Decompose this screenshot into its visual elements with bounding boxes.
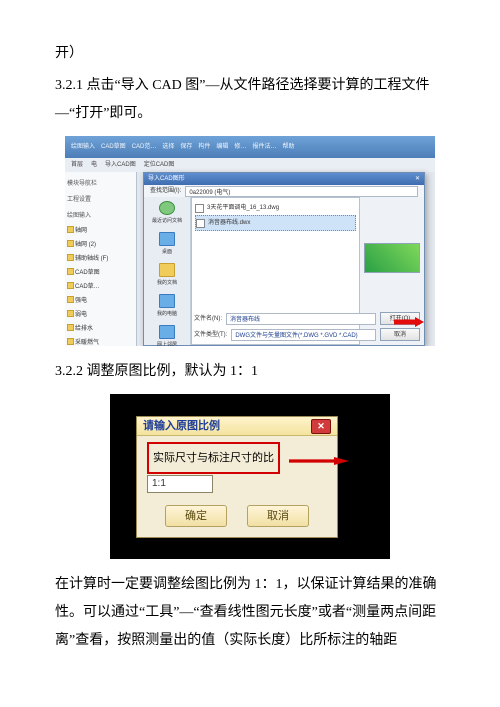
menu-item[interactable]: 构件 [198,141,210,153]
tree-item[interactable]: CAD草图 [67,266,134,280]
computer-icon [159,294,175,308]
menu-item[interactable]: CAD草图 [101,141,126,153]
ribbon-item[interactable]: 首层 [71,159,83,171]
places-item[interactable]: 最近访问文档 [152,201,182,226]
ribbon-item[interactable]: 电 [91,159,97,171]
file-item-selected[interactable]: 消音器布线.dwx [195,215,356,231]
filename-input[interactable]: 消音器布线 [226,313,376,325]
tree-item[interactable]: CAD草… [67,280,134,294]
dialog-titlebar: 导入CAD图形 ✕ [144,173,424,185]
dialog-titlebar: 请输入原图比例 ✕ [137,417,337,436]
menu-item[interactable]: CAD范… [132,141,157,153]
menu-item[interactable]: 帮助 [282,141,294,153]
location-combobox[interactable]: 0a22009 (电气) [185,186,418,197]
ribbon-item[interactable]: 定位CAD图 [144,159,175,171]
import-cad-dialog: 导入CAD图形 ✕ 查找范围(I): 0a22009 (电气) 最近访问文档 桌… [143,172,425,346]
location-label: 查找范围(I): [150,185,181,197]
ratio-input[interactable]: 1:1 [147,475,213,493]
tree-item[interactable]: 轴网 [67,224,134,238]
dialog-title: 请输入原图比例 [143,415,220,437]
places-item[interactable]: 桌面 [159,232,175,257]
paragraph-body: 在计算时一定要调整绘图比例为 1：1，以保证计算结果的准确性。可以通过“工具”—… [55,571,445,655]
tree-item[interactable]: 辅助轴线 (F) [67,252,134,266]
ok-button[interactable]: 确定 [165,505,227,527]
close-button[interactable]: ✕ [311,419,331,434]
tree-header: 模块导航栏 [67,176,134,192]
tree-item[interactable]: 轴网 (2) [67,238,134,252]
close-icon[interactable]: ✕ [415,173,420,185]
filetype-combobox[interactable]: DWG文件与矢量图文件(*.DWG *.GVD *.CAD) [231,329,376,341]
places-panel: 最近访问文档 桌面 我的文档 我的电脑 网上邻居 [144,197,191,345]
menu-item[interactable]: 选择 [162,141,174,153]
file-icon [195,204,204,213]
paragraph-open-tail: 开） [55,40,445,68]
network-icon [159,325,175,339]
desktop-icon [159,232,175,246]
tree-item[interactable]: 强电 [67,294,134,308]
menu-item[interactable]: 保存 [180,141,192,153]
file-icon [196,219,205,228]
tree-item[interactable]: 弱电 [67,308,134,322]
places-item[interactable]: 我的电脑 [157,294,177,319]
cancel-button[interactable]: 取消 [380,328,420,341]
places-item[interactable]: 网上邻居 [157,325,177,346]
app-ribbon: 首层 电 导入CAD图 定位CAD图 [65,158,435,173]
menu-item[interactable]: 绘图输入 [71,141,95,153]
figure-import-cad: 绘图输入 CAD草图 CAD范… 选择 保存 构件 编辑 修… 报件法… 帮助 … [55,136,445,346]
dialog-title: 导入CAD图形 [148,173,185,185]
preview-thumbnail [364,243,420,273]
recent-icon [159,201,175,215]
filename-label: 文件名(N): [194,313,222,325]
menu-item[interactable]: 修… [234,141,246,153]
ratio-message: 实际尺寸与标注尺寸的比 [147,442,280,474]
ribbon-item[interactable]: 导入CAD图 [105,159,136,171]
filetype-label: 文件类型(T): [194,329,227,341]
places-item[interactable]: 我的文档 [157,263,177,288]
documents-icon [159,263,175,277]
cad-app-window: 绘图输入 CAD草图 CAD范… 选择 保存 构件 编辑 修… 报件法… 帮助 … [65,136,435,346]
nav-tree: 模块导航栏 工程设置 绘图输入 轴网 轴网 (2) 辅助轴线 (F) CAD草图… [65,172,137,346]
tree-item[interactable]: 采暖燃气 [67,336,134,346]
ratio-dialog: 请输入原图比例 ✕ 实际尺寸与标注尺寸的比 1:1 确定 取消 [136,416,338,538]
menu-item[interactable]: 报件法… [252,141,276,153]
annotation-arrow [289,457,349,465]
tree-item[interactable]: 给排水 [67,322,134,336]
menu-item[interactable]: 编辑 [216,141,228,153]
tree-header: 绘图输入 [67,208,134,224]
cancel-button[interactable]: 取消 [247,505,309,527]
app-menubar: 绘图输入 CAD草图 CAD范… 选择 保存 构件 编辑 修… 报件法… 帮助 [65,136,435,158]
paragraph-3-2-1: 3.2.1 点击“导入 CAD 图”—从文件路径选择要计算的工程文件—“打开”即… [55,72,445,128]
tree-header: 工程设置 [67,192,134,208]
ratio-screenshot: 请输入原图比例 ✕ 实际尺寸与标注尺寸的比 1:1 确定 取消 [110,394,390,559]
paragraph-3-2-2: 3.2.2 调整原图比例，默认为 1：1 [55,358,445,386]
figure-ratio-dialog: 请输入原图比例 ✕ 实际尺寸与标注尺寸的比 1:1 确定 取消 [55,394,445,559]
file-item[interactable]: 3天花平面调电_16_13.dwg [195,201,356,215]
